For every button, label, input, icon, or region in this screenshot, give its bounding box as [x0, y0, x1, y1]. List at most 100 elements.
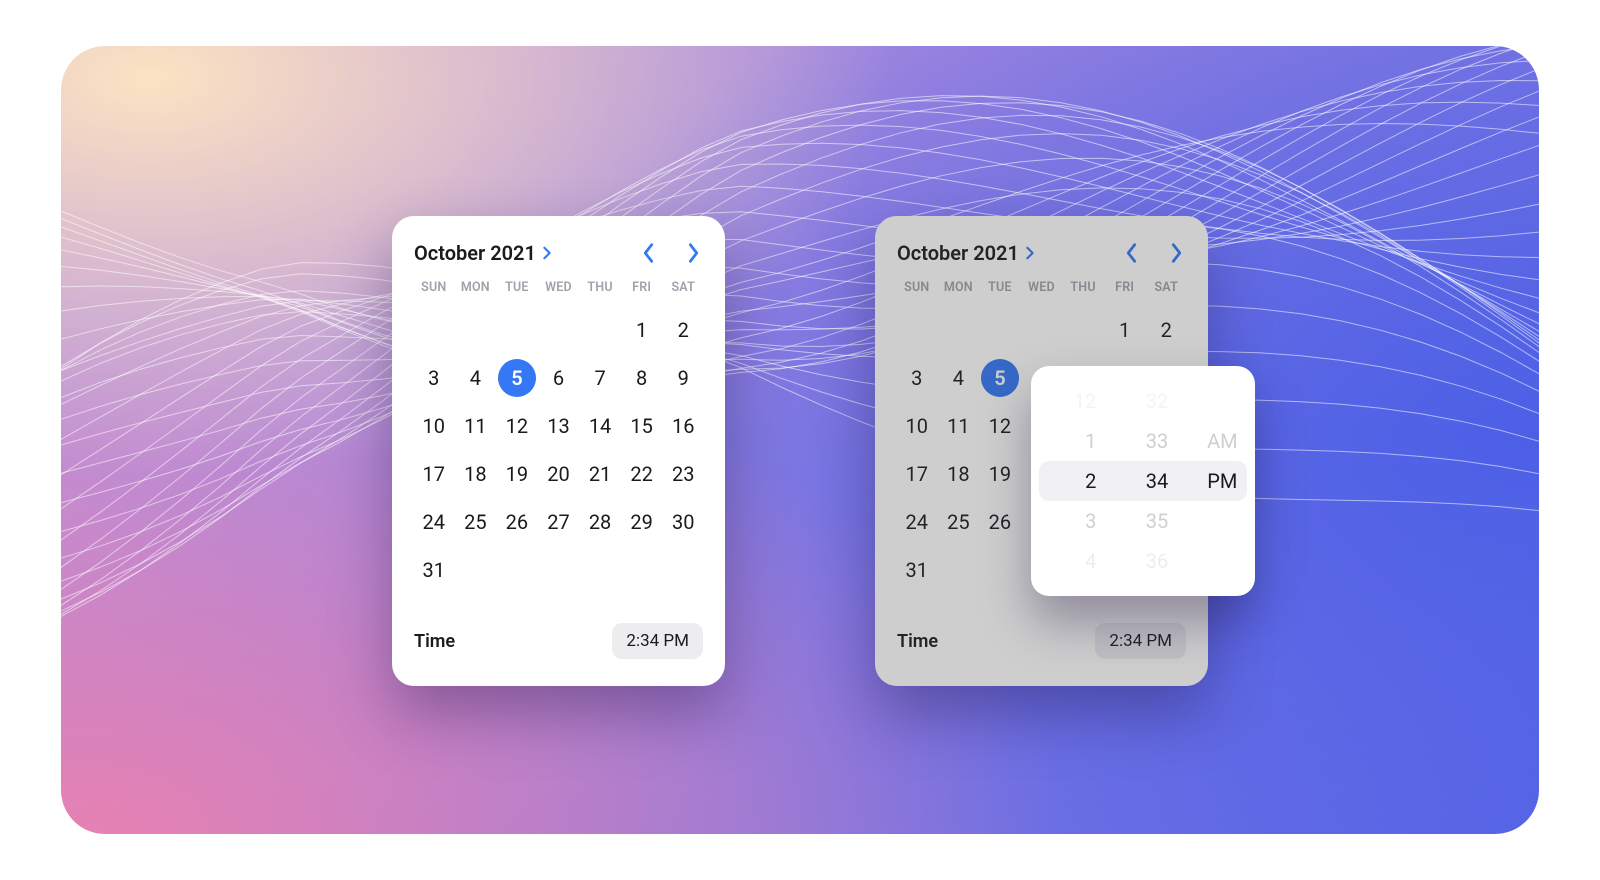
time-value-button[interactable]: 2:34 PM: [1095, 623, 1186, 659]
month-select[interactable]: October 2021: [414, 241, 552, 265]
prev-month-button[interactable]: [639, 240, 657, 266]
next-month-button[interactable]: [1168, 240, 1186, 266]
time-picker-hour-wheel[interactable]: 12 1 2 3 4: [1031, 366, 1124, 596]
day-3[interactable]: 3: [897, 359, 937, 397]
time-picker-popover[interactable]: 12 1 2 3 4 32 33 34 35 36: [1031, 366, 1255, 596]
day-25[interactable]: 25: [456, 503, 496, 541]
minute-option[interactable]: 33: [1146, 421, 1168, 461]
time-label: Time: [414, 631, 455, 652]
weekday: SUN: [897, 276, 937, 299]
day-7[interactable]: 7: [580, 359, 620, 397]
day-26[interactable]: 26: [980, 503, 1020, 541]
day-22[interactable]: 22: [622, 455, 662, 493]
day-18[interactable]: 18: [939, 455, 979, 493]
next-month-button[interactable]: [685, 240, 703, 266]
hour-option[interactable]: 3: [1085, 501, 1096, 541]
day-8[interactable]: 8: [622, 359, 662, 397]
day-26[interactable]: 26: [497, 503, 537, 541]
day-4[interactable]: 4: [456, 359, 496, 397]
day-21[interactable]: 21: [580, 455, 620, 493]
chevron-right-icon: [1025, 246, 1035, 260]
day-6[interactable]: 6: [539, 359, 579, 397]
minute-option[interactable]: 32: [1146, 381, 1168, 421]
day-31[interactable]: 31: [897, 551, 937, 589]
weekday: THU: [580, 276, 620, 299]
weekday: WED: [1022, 276, 1062, 299]
day-24[interactable]: 24: [414, 503, 454, 541]
day-2[interactable]: 2: [663, 311, 703, 349]
meridiem-option[interactable]: PM: [1207, 461, 1237, 501]
meridiem-option[interactable]: AM: [1207, 421, 1238, 461]
day-2[interactable]: 2: [1146, 311, 1186, 349]
stage: October 2021 SU: [61, 46, 1539, 834]
month-label: October 2021: [897, 241, 1019, 265]
day-11[interactable]: 11: [939, 407, 979, 445]
time-value-button[interactable]: 2:34 PM: [612, 623, 703, 659]
time-row: Time 2:34 PM: [414, 623, 703, 659]
day-13[interactable]: 13: [539, 407, 579, 445]
weekday: WED: [539, 276, 579, 299]
time-row: Time 2:34 PM: [897, 623, 1186, 659]
month-nav: [1122, 240, 1186, 266]
day-23[interactable]: 23: [663, 455, 703, 493]
day-17[interactable]: 17: [897, 455, 937, 493]
day-12[interactable]: 12: [980, 407, 1020, 445]
weekday: FRI: [1105, 276, 1145, 299]
weekday: SAT: [663, 276, 703, 299]
day-27[interactable]: 27: [539, 503, 579, 541]
hour-option[interactable]: 4: [1085, 541, 1096, 581]
time-label: Time: [897, 631, 938, 652]
prev-month-button[interactable]: [1122, 240, 1140, 266]
day-15[interactable]: 15: [622, 407, 662, 445]
day-17[interactable]: 17: [414, 455, 454, 493]
weekday: THU: [1063, 276, 1103, 299]
day-1[interactable]: 1: [622, 311, 662, 349]
day-28[interactable]: 28: [580, 503, 620, 541]
minute-option[interactable]: 34: [1146, 461, 1168, 501]
day-20[interactable]: 20: [539, 455, 579, 493]
weekday-row: SUN MON TUE WED THU FRI SAT: [414, 276, 703, 299]
weekday: MON: [939, 276, 979, 299]
day-31[interactable]: 31: [414, 551, 454, 589]
day-1[interactable]: 1: [1105, 311, 1145, 349]
calendar: October 2021 SU: [392, 216, 725, 686]
weekday: FRI: [622, 276, 662, 299]
day-10[interactable]: 10: [897, 407, 937, 445]
day-24[interactable]: 24: [897, 503, 937, 541]
hour-option[interactable]: 1: [1085, 421, 1096, 461]
day-14[interactable]: 14: [580, 407, 620, 445]
hour-option[interactable]: 12: [1074, 381, 1096, 421]
hour-option[interactable]: 2: [1085, 461, 1096, 501]
day-10[interactable]: 10: [414, 407, 454, 445]
day-12[interactable]: 12: [497, 407, 537, 445]
calendar-card-left: October 2021 SU: [392, 216, 725, 686]
weekday: TUE: [980, 276, 1020, 299]
chevron-right-icon: [542, 246, 552, 260]
minute-option[interactable]: 35: [1146, 501, 1168, 541]
calendar-header: October 2021: [897, 240, 1186, 266]
weekday-row: SUN MON TUE WED THU FRI SAT: [897, 276, 1186, 299]
calendar-card-right: October 2021 SU: [875, 216, 1208, 686]
month-nav: [639, 240, 703, 266]
day-25[interactable]: 25: [939, 503, 979, 541]
day-4[interactable]: 4: [939, 359, 979, 397]
minute-option[interactable]: 36: [1146, 541, 1168, 581]
time-picker-minute-wheel[interactable]: 32 33 34 35 36: [1124, 366, 1189, 596]
day-19[interactable]: 19: [497, 455, 537, 493]
day-5[interactable]: 5: [498, 359, 536, 397]
day-grid: 1234567891011121314151617181920212223242…: [414, 311, 703, 589]
month-select[interactable]: October 2021: [897, 241, 1035, 265]
day-29[interactable]: 29: [622, 503, 662, 541]
day-5[interactable]: 5: [981, 359, 1019, 397]
day-19[interactable]: 19: [980, 455, 1020, 493]
weekday: TUE: [497, 276, 537, 299]
day-9[interactable]: 9: [663, 359, 703, 397]
day-3[interactable]: 3: [414, 359, 454, 397]
day-16[interactable]: 16: [663, 407, 703, 445]
day-30[interactable]: 30: [663, 503, 703, 541]
day-18[interactable]: 18: [456, 455, 496, 493]
day-11[interactable]: 11: [456, 407, 496, 445]
time-picker-meridiem-wheel[interactable]: AM PM: [1190, 366, 1255, 596]
weekday: SUN: [414, 276, 454, 299]
weekday: MON: [456, 276, 496, 299]
